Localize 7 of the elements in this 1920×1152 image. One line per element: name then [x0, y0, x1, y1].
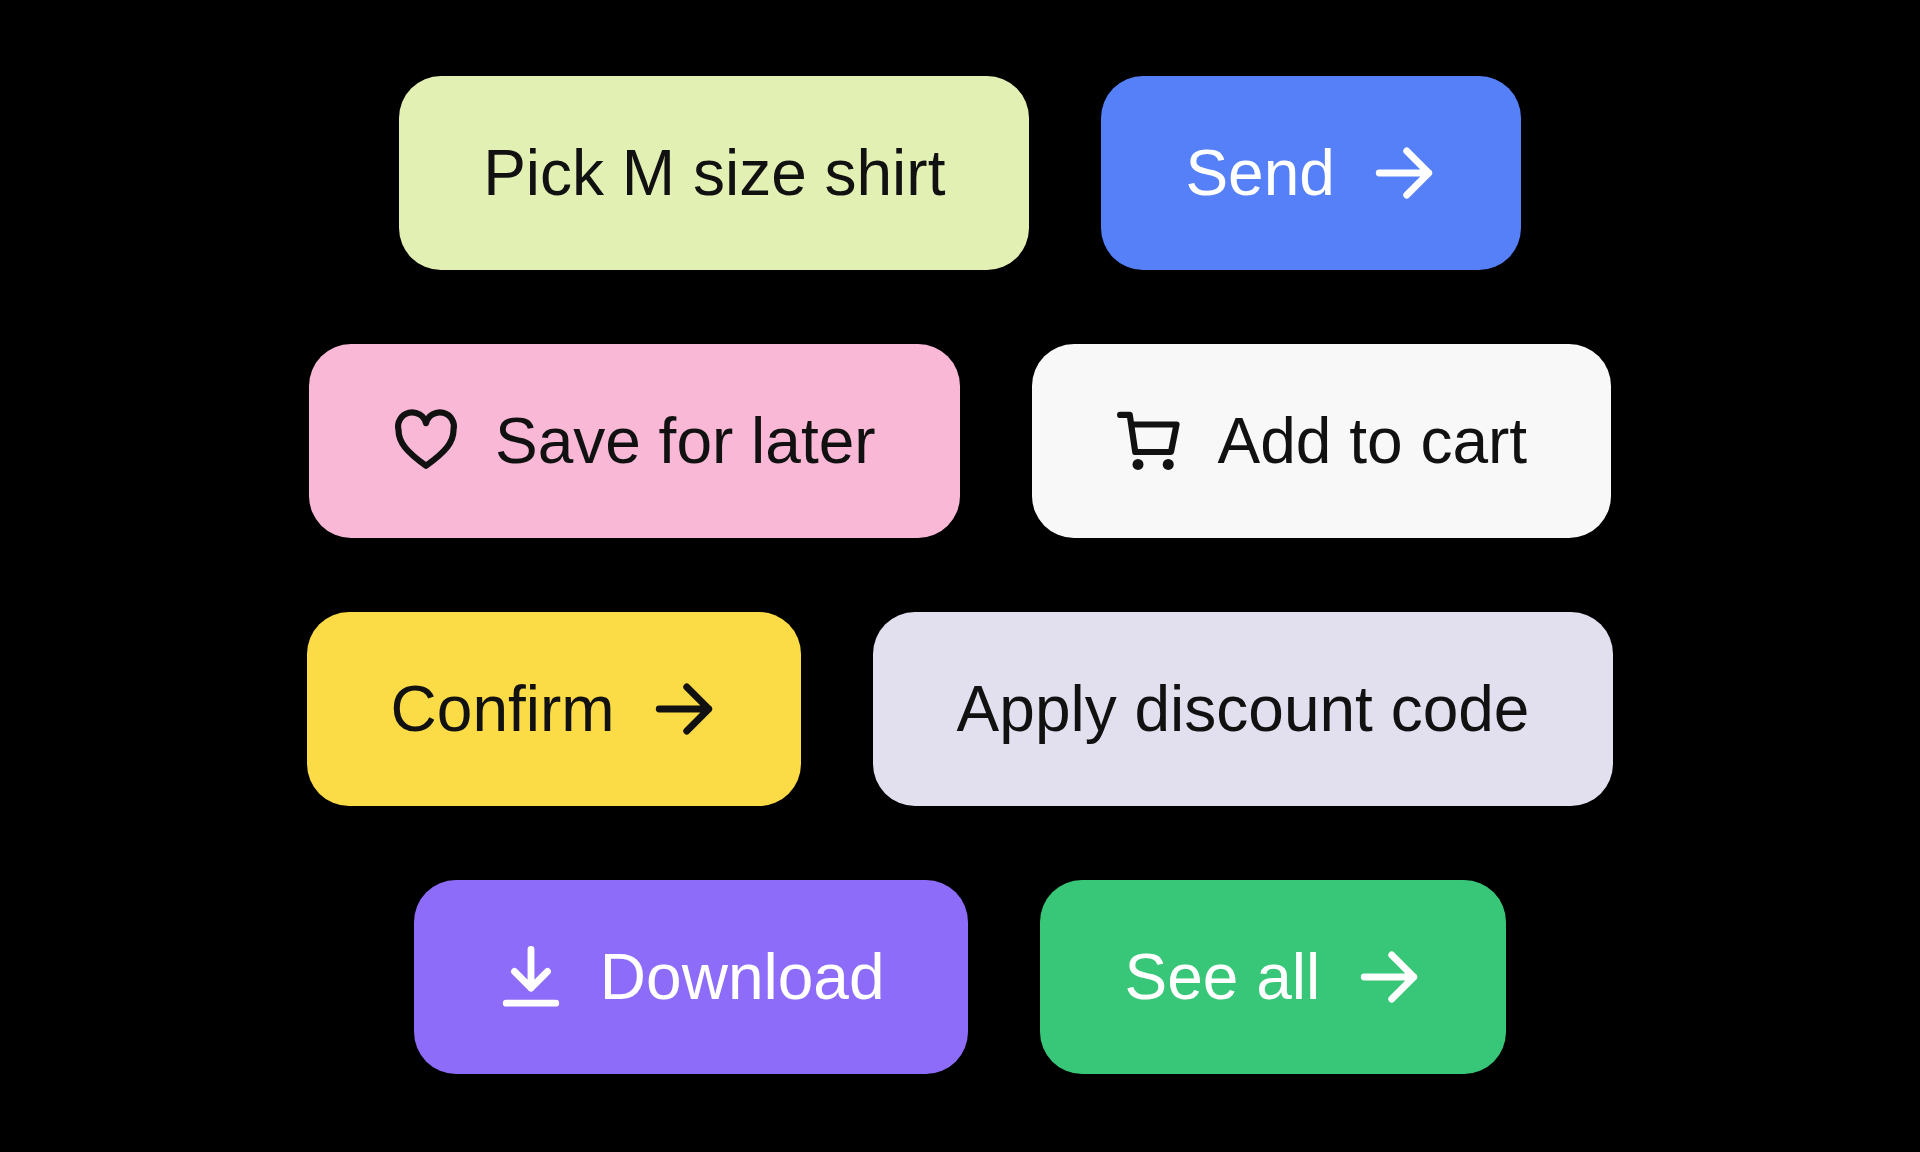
button[interactable]: Add to cart: [1031, 344, 1612, 538]
button[interactable]: Pick M size shirt: [399, 76, 1030, 270]
button[interactable]: Download: [413, 880, 969, 1074]
button[interactable]: Send: [1101, 76, 1521, 270]
button[interactable]: Confirm: [306, 612, 801, 806]
button[interactable]: Apply discount code: [872, 612, 1614, 806]
button[interactable]: Save for later: [308, 344, 960, 538]
